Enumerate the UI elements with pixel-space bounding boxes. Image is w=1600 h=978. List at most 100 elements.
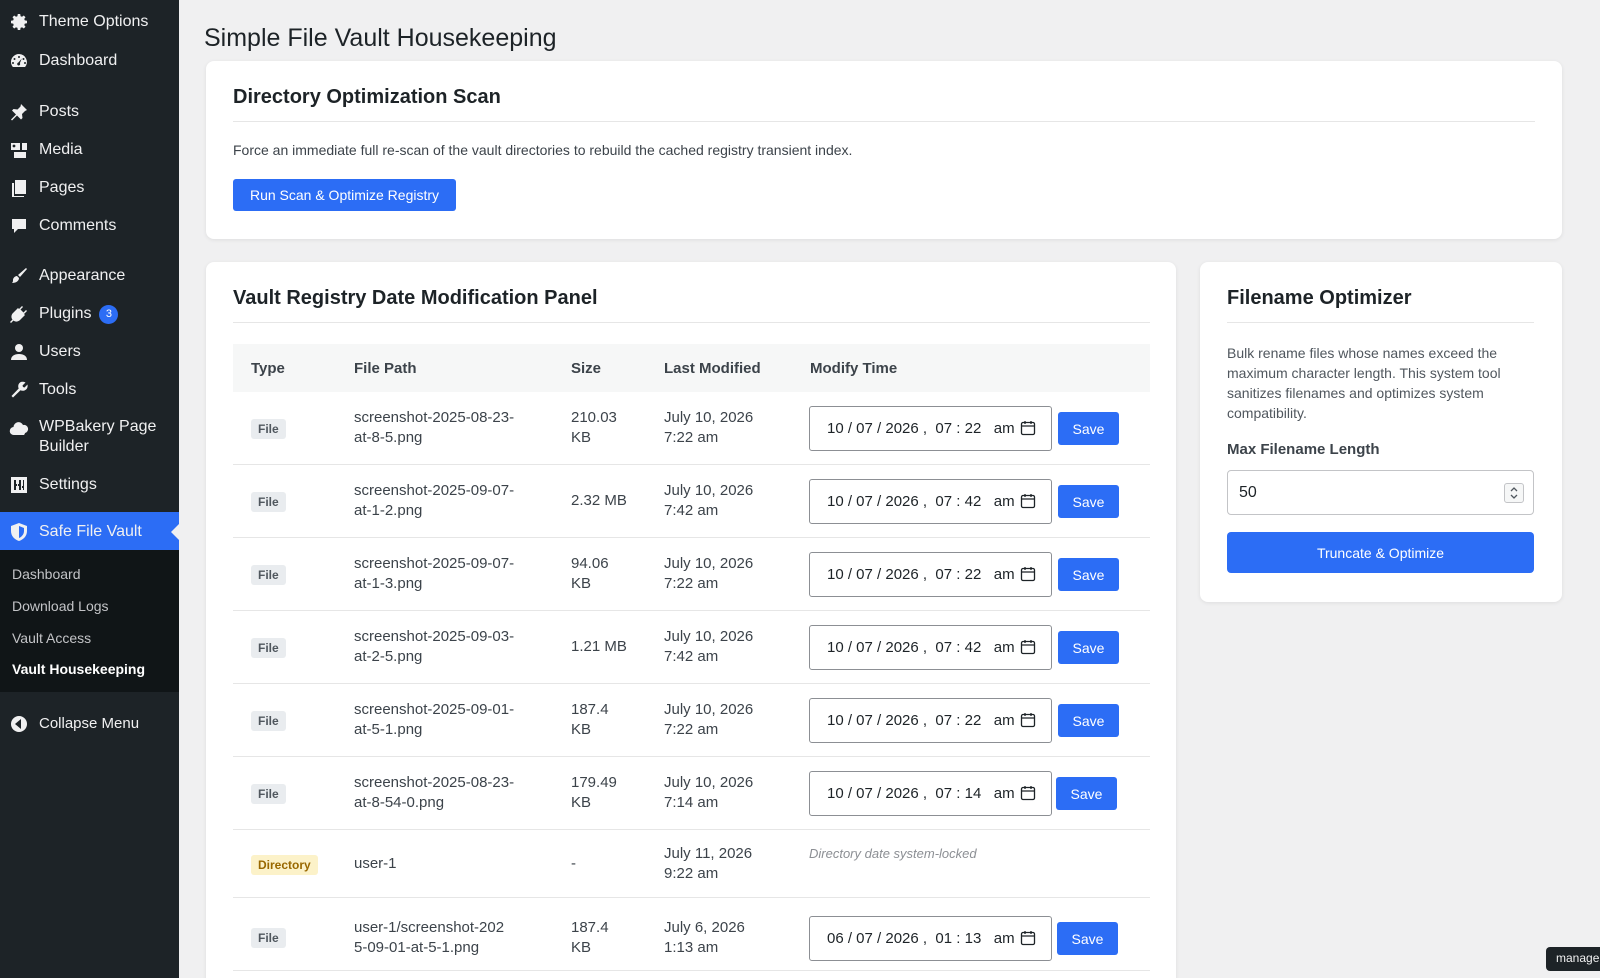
table-row: File screenshot-2025-08-23- at-8-5.png 21… xyxy=(233,392,1150,465)
wrench-icon xyxy=(9,380,29,400)
collapse-icon xyxy=(9,714,29,734)
file-size: 1.21 MB xyxy=(571,638,627,655)
file-path: screenshot-2025-09-03- at-2-5.png xyxy=(354,628,515,665)
menu-label: Users xyxy=(39,343,81,360)
divider xyxy=(233,121,1535,122)
pages-icon xyxy=(9,178,29,198)
menu-item-theme-options[interactable]: Theme Options xyxy=(0,12,179,32)
type-badge-directory: Directory xyxy=(251,855,318,875)
save-button[interactable]: Save xyxy=(1058,558,1119,591)
last-modified: July 6, 2026 1:13 am xyxy=(664,919,745,956)
truncate-optimize-button[interactable]: Truncate & Optimize xyxy=(1227,532,1534,573)
menu-item-posts[interactable]: Posts xyxy=(0,102,179,122)
shield-icon xyxy=(9,522,29,542)
menu-item-wpbakery[interactable]: WPBakery Page Builder xyxy=(0,417,179,457)
max-filename-length-input[interactable]: 50 xyxy=(1227,470,1534,515)
scan-card-title: Directory Optimization Scan xyxy=(233,86,501,108)
table-row: File screenshot-2025-09-01- at-5-1.png 18… xyxy=(233,684,1150,757)
column-header-size: Size xyxy=(571,360,602,377)
registry-card-title: Vault Registry Date Modification Panel xyxy=(233,287,598,309)
menu-item-dashboard[interactable]: Dashboard xyxy=(0,51,179,71)
tooltip: manager xyxy=(1546,947,1600,971)
collapse-menu-button[interactable]: Collapse Menu xyxy=(0,714,179,734)
plugin-icon xyxy=(9,304,29,324)
menu-label: Comments xyxy=(39,217,117,234)
column-header-modify-time: Modify Time xyxy=(810,360,898,377)
filename-optimizer-card: Filename Optimizer Bulk rename files who… xyxy=(1200,262,1562,602)
admin-sidebar: Theme Options Dashboard Posts Media Page… xyxy=(0,0,179,978)
menu-label: WPBakery Page Builder xyxy=(39,418,157,455)
table-row: File screenshot-2025-09-07- at-1-2.png 2.… xyxy=(233,465,1150,538)
type-badge-file: File xyxy=(251,711,286,731)
scan-description: Force an immediate full re-scan of the v… xyxy=(233,142,853,158)
optimizer-description: Bulk rename files whose names exceed the… xyxy=(1227,345,1501,421)
menu-label: Posts xyxy=(39,103,80,120)
file-path: screenshot-2025-09-01- at-5-1.png xyxy=(354,701,515,738)
divider xyxy=(1227,322,1534,323)
submenu-item-dashboard[interactable]: Dashboard xyxy=(12,566,81,582)
brush-icon xyxy=(9,266,29,286)
file-path: user-1 xyxy=(354,855,397,872)
user-icon xyxy=(9,342,29,362)
divider xyxy=(233,322,1150,323)
run-scan-button[interactable]: Run Scan & Optimize Registry xyxy=(233,179,456,211)
modify-time-input[interactable]: 10 / 07 / 2026 , 07 : 22 am xyxy=(809,406,1052,451)
save-button[interactable]: Save xyxy=(1056,777,1117,810)
last-modified: July 10, 2026 7:42 am xyxy=(664,628,754,665)
save-button[interactable]: Save xyxy=(1058,631,1119,664)
modify-time-input[interactable]: 10 / 07 / 2026 , 07 : 42 am xyxy=(809,625,1052,670)
directory-scan-card: Directory Optimization Scan Force an imm… xyxy=(206,61,1562,239)
submenu-item-vault-access[interactable]: Vault Access xyxy=(12,630,91,646)
last-modified: July 10, 2026 7:14 am xyxy=(664,774,754,811)
save-button[interactable]: Save xyxy=(1058,412,1119,445)
table-row: Directory user-1 - July 11, 2026 9:22 am … xyxy=(233,830,1150,898)
submenu-item-download-logs[interactable]: Download Logs xyxy=(12,598,109,614)
modify-time-input[interactable]: 10 / 07 / 2026 , 07 : 22 am xyxy=(809,552,1052,597)
save-button[interactable]: Save xyxy=(1058,704,1119,737)
number-stepper-icon[interactable] xyxy=(1504,483,1524,503)
calendar-icon xyxy=(1020,786,1036,801)
menu-label: Tools xyxy=(39,381,77,398)
type-badge-file: File xyxy=(251,492,286,512)
last-modified: July 10, 2026 7:42 am xyxy=(664,482,754,519)
menu-label: Safe File Vault xyxy=(39,522,142,540)
menu-item-comments[interactable]: Comments xyxy=(0,216,179,236)
menu-label: Dashboard xyxy=(39,52,118,69)
menu-label: Plugins 3 xyxy=(39,304,119,324)
file-path: user-1/screenshot-202 5-09-01-at-5-1.png xyxy=(354,919,505,956)
menu-item-tools[interactable]: Tools xyxy=(0,380,179,400)
table-row: File screenshot-2025-09-03- at-2-5.png 1.… xyxy=(233,611,1150,684)
last-modified: July 10, 2026 7:22 am xyxy=(664,701,754,738)
modify-time-input[interactable]: 10 / 07 / 2026 , 07 : 14 am xyxy=(809,771,1052,816)
menu-item-safe-file-vault[interactable]: Safe File Vault xyxy=(0,512,179,551)
calendar-icon xyxy=(1020,567,1036,582)
column-header-last-modified: Last Modified xyxy=(664,360,761,377)
modify-time-input[interactable]: 06 / 07 / 2026 , 01 : 13 am xyxy=(809,916,1052,961)
cloud-icon xyxy=(9,419,29,439)
comment-icon xyxy=(9,216,29,236)
file-size: 187.4 KB xyxy=(571,919,609,956)
file-path: screenshot-2025-09-07- at-1-3.png xyxy=(354,555,515,592)
directory-locked-note: Directory date system-locked xyxy=(809,846,977,861)
menu-item-settings[interactable]: Settings xyxy=(0,475,179,495)
calendar-icon xyxy=(1020,931,1036,946)
menu-label: Appearance xyxy=(39,267,126,284)
settings-sliders-icon xyxy=(9,475,29,495)
last-modified: July 10, 2026 7:22 am xyxy=(664,409,754,446)
modify-time-input[interactable]: 10 / 07 / 2026 , 07 : 22 am xyxy=(809,698,1052,743)
file-path: screenshot-2025-09-07- at-1-2.png xyxy=(354,482,515,519)
modify-time-input[interactable]: 10 / 07 / 2026 , 07 : 42 am xyxy=(809,479,1052,524)
menu-item-media[interactable]: Media xyxy=(0,140,179,160)
save-button[interactable]: Save xyxy=(1057,922,1118,955)
save-button[interactable]: Save xyxy=(1058,485,1119,518)
menu-item-pages[interactable]: Pages xyxy=(0,178,179,198)
file-size: 210.03 KB xyxy=(571,409,617,446)
file-size: 179.49 KB xyxy=(571,774,617,811)
last-modified: July 10, 2026 7:22 am xyxy=(664,555,754,592)
file-path: screenshot-2025-08-23- at-8-54-0.png xyxy=(354,774,515,811)
menu-item-plugins[interactable]: Plugins 3 xyxy=(0,304,179,324)
menu-item-users[interactable]: Users xyxy=(0,342,179,362)
menu-item-appearance[interactable]: Appearance xyxy=(0,266,179,286)
type-badge-file: File xyxy=(251,565,286,585)
submenu-item-vault-housekeeping[interactable]: Vault Housekeeping xyxy=(12,661,145,677)
